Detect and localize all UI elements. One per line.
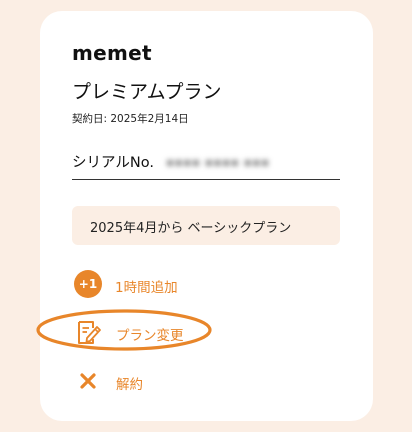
cancel-subscription-button[interactable]: 解約 bbox=[74, 367, 174, 397]
app-name: memet bbox=[72, 41, 152, 65]
add-time-button[interactable]: +1 1時間追加 bbox=[74, 270, 214, 300]
plan-change-notice-text: 2025年4月から ベーシックプラン bbox=[90, 221, 292, 236]
contract-date: 契約日: 2025年2月14日 bbox=[72, 113, 189, 125]
cancel-subscription-label: 解約 bbox=[116, 377, 143, 393]
serial-number-label: シリアルNo. bbox=[72, 155, 154, 171]
plus-one-icon: +1 bbox=[74, 270, 102, 298]
add-time-label: 1時間追加 bbox=[115, 280, 178, 296]
change-plan-button[interactable]: プラン変更 bbox=[74, 318, 214, 348]
serial-number-value: ▪▪▪▪ ▪▪▪▪ ▪▪▪ bbox=[166, 155, 270, 169]
edit-document-icon bbox=[74, 318, 102, 346]
close-icon bbox=[74, 367, 102, 395]
change-plan-label: プラン変更 bbox=[116, 328, 184, 344]
serial-number-row: シリアルNo. ▪▪▪▪ ▪▪▪▪ ▪▪▪ bbox=[72, 151, 340, 180]
plan-name: プレミアムプラン bbox=[72, 81, 222, 103]
plan-change-notice: 2025年4月から ベーシックプラン bbox=[72, 206, 340, 245]
plan-card: memet プレミアムプラン 契約日: 2025年2月14日 シリアルNo. ▪… bbox=[36, 11, 373, 421]
